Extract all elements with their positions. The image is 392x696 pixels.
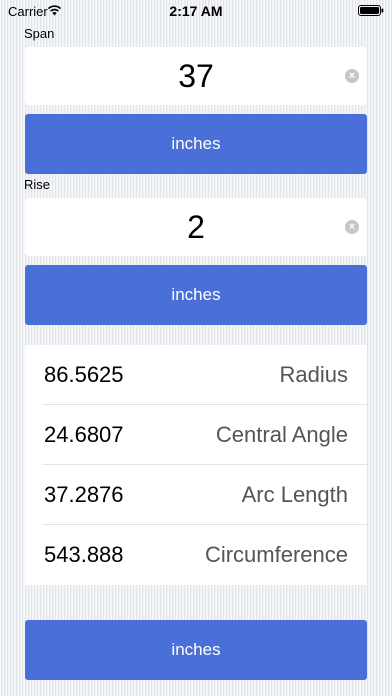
status-bar: Carrier 2:17 AM [0, 0, 392, 22]
span-input[interactable]: 37 × [25, 47, 367, 105]
clock: 2:17 AM [169, 3, 223, 19]
results-table: 86.5625 Radius 24.6807 Central Angle 37.… [25, 345, 367, 585]
rise-label: Rise [24, 177, 51, 192]
result-row-radius: 86.5625 Radius [43, 345, 367, 405]
result-row-central-angle: 24.6807 Central Angle [43, 405, 367, 465]
rise-unit-button[interactable]: inches [25, 265, 367, 325]
central-angle-value: 24.6807 [44, 422, 124, 447]
rise-value[interactable]: 2 [25, 198, 367, 256]
result-row-circumference: 543.888 Circumference [43, 525, 367, 585]
arc-length-label: Arc Length [241, 482, 348, 507]
radius-label: Radius [279, 362, 348, 387]
radius-value: 86.5625 [44, 362, 124, 387]
battery-icon [358, 5, 384, 16]
span-label: Span [24, 26, 55, 41]
span-unit-button[interactable]: inches [25, 114, 367, 174]
rise-input[interactable]: 2 × [25, 198, 367, 256]
arc-length-value: 37.2876 [44, 482, 124, 507]
central-angle-label: Central Angle [215, 422, 348, 447]
clear-icon[interactable]: × [345, 69, 359, 83]
circumference-label: Circumference [204, 542, 348, 567]
span-value[interactable]: 37 [25, 47, 367, 105]
result-row-arc-length: 37.2876 Arc Length [43, 465, 367, 525]
circumference-value: 543.888 [44, 542, 124, 567]
clear-icon[interactable]: × [345, 220, 359, 234]
output-unit-button[interactable]: inches [25, 620, 367, 680]
